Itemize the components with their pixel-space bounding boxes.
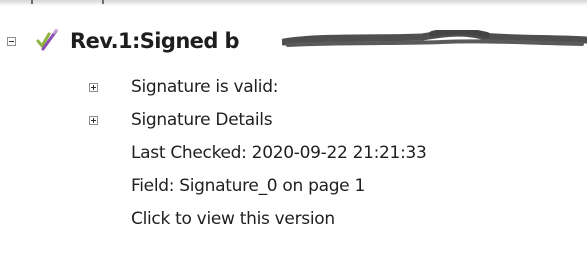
tree-item-signature-details[interactable]: Signature Details [131, 109, 273, 131]
signature-tree: Rev.1:Signed b Signature is valid: Signa… [0, 0, 587, 275]
redaction-scribble [282, 30, 587, 47]
tree-item-view-version[interactable]: Click to view this version [131, 208, 335, 230]
expand-plus-icon[interactable] [89, 83, 98, 92]
collapse-minus-icon[interactable] [7, 37, 16, 46]
expand-plus-icon[interactable] [89, 116, 98, 125]
revision-title[interactable]: Rev.1:Signed b [70, 28, 240, 54]
tree-item-signature-validity[interactable]: Signature is valid: [131, 76, 278, 98]
tree-item-field[interactable]: Field: Signature_0 on page 1 [131, 175, 365, 197]
tree-item-last-checked[interactable]: Last Checked: 2020-09-22 21:21:33 [131, 142, 427, 164]
signature-check-pen-icon [36, 29, 58, 51]
